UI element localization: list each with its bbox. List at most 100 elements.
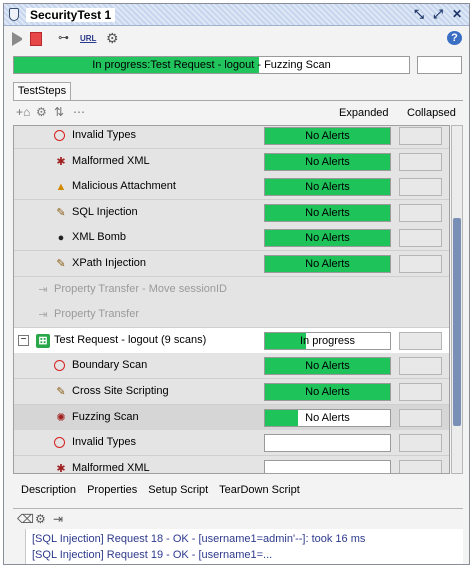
malformed-xml-icon: ✱ xyxy=(56,155,66,168)
tab-properties[interactable]: Properties xyxy=(87,484,137,496)
key-icon[interactable]: ⊶ xyxy=(58,31,69,45)
alert-status-text: No Alerts xyxy=(305,181,350,194)
help-button[interactable]: ? xyxy=(447,31,462,45)
scan-row[interactable]: ● XML Bomb No Alerts xyxy=(14,225,449,252)
collapsed-status-box xyxy=(399,459,442,473)
step-label: Property Transfer xyxy=(54,308,139,321)
scan-row[interactable]: ✱ Malformed XML No Alerts xyxy=(14,148,449,175)
move-icon[interactable]: ⇅ xyxy=(54,105,64,119)
step-label: XML Bomb xyxy=(72,231,127,244)
tab-description[interactable]: Description xyxy=(21,484,76,496)
vertical-scrollbar[interactable] xyxy=(451,125,463,474)
teststeps-toolbar: +⌂ ⚙ ⇅ ⋯ Expanded Collapsed xyxy=(13,100,463,124)
progress-counter-box xyxy=(417,56,462,74)
collapsed-status-box xyxy=(399,383,442,401)
scan-row[interactable]: ✺ Fuzzing Scan No Alerts xyxy=(14,404,449,431)
scan-row[interactable]: Invalid Types xyxy=(14,430,449,457)
alert-status-bar: In progress xyxy=(264,331,391,350)
step-label: Fuzzing Scan xyxy=(72,410,139,423)
alert-status-bar: No Alerts xyxy=(264,178,391,197)
window-title: SecurityTest 1 xyxy=(26,8,116,22)
gear-icon[interactable]: ⚙ xyxy=(106,31,119,45)
step-label: Property Transfer - Move sessionID xyxy=(54,282,228,295)
collapsed-status-box xyxy=(399,178,442,197)
collapsed-status-box xyxy=(399,127,442,145)
add-step-icon[interactable]: +⌂ xyxy=(16,105,30,119)
test-progress-bar: In progress:Test Request - logout - Fuzz… xyxy=(13,56,410,74)
alert-status-bar: No Alerts xyxy=(264,408,391,427)
scan-row[interactable]: Invalid Types No Alerts xyxy=(14,126,449,149)
log-line: [SQL Injection] Request 19 - OK - [usern… xyxy=(32,549,273,561)
alert-status-bar: No Alerts xyxy=(264,203,391,222)
column-expanded[interactable]: Expanded xyxy=(339,107,389,119)
tab-teststeps[interactable]: TestSteps xyxy=(13,82,71,100)
close-icon[interactable]: ✕ xyxy=(450,7,464,21)
security-test-window: SecurityTest 1 ⤡ ⤢ ✕ ⊶ URL ⚙ ? In progre… xyxy=(3,3,470,565)
main-toolbar: ⊶ URL ⚙ ? xyxy=(4,27,469,51)
ban-icon xyxy=(54,437,65,449)
stop-button[interactable] xyxy=(30,32,42,46)
alert-status-text: No Alerts xyxy=(305,258,350,270)
collapsed-status-box xyxy=(399,229,442,248)
clear-log-icon[interactable]: ⌫ xyxy=(17,512,34,526)
step-label: SQL Injection xyxy=(72,205,138,218)
collapsed-status-box xyxy=(399,203,442,222)
step-label: Test Request - logout (9 scans) xyxy=(54,333,207,346)
teststeps-list: Invalid Types No Alerts ✱ Malformed XML No A… xyxy=(13,125,450,474)
step-label: Cross Site Scripting xyxy=(72,385,169,397)
tab-teardown-script[interactable]: TearDown Script xyxy=(219,484,300,496)
property-transfer-icon: ⇥ xyxy=(38,309,48,322)
step-label: Malformed XML xyxy=(72,461,150,474)
alert-status-bar: No Alerts xyxy=(264,229,391,248)
property-transfer-icon: ⇥ xyxy=(38,283,48,296)
collapsed-status-box xyxy=(399,255,442,273)
progress-text: In progress:Test Request - logout - Fuzz… xyxy=(92,59,331,71)
column-collapsed[interactable]: Collapsed xyxy=(407,107,456,119)
tab-setup-script[interactable]: Setup Script xyxy=(148,484,208,496)
alert-status-bar: No Alerts xyxy=(264,383,391,401)
xpath-injection-icon: ✎ xyxy=(56,258,66,270)
export-icon[interactable]: ⇥ xyxy=(53,512,63,526)
alert-status-text: In progress xyxy=(299,334,356,347)
configure-icon[interactable]: ⚙ xyxy=(36,105,47,119)
run-button[interactable] xyxy=(12,32,22,46)
collapsed-status-box xyxy=(399,357,442,376)
maximize-icon[interactable]: ⤢ xyxy=(431,7,445,21)
alert-status-text: No Alerts xyxy=(305,411,350,424)
title-bar: SecurityTest 1 ⤡ ⤢ ✕ xyxy=(4,4,469,26)
scan-row[interactable]: ✎ SQL Injection No Alerts xyxy=(14,199,449,226)
scan-row[interactable]: ✱ Malformed XML xyxy=(14,455,449,474)
collapse-toggle[interactable]: − xyxy=(18,334,29,346)
step-label: Invalid Types xyxy=(72,436,137,449)
bottom-tabs: Description Properties Setup Script Tear… xyxy=(21,484,308,496)
fuzzing-icon: ✺ xyxy=(56,411,66,424)
step-label: Malicious Attachment xyxy=(72,180,176,193)
property-transfer-row[interactable]: ⇥ Property Transfer xyxy=(14,302,449,329)
scrollbar-thumb[interactable] xyxy=(453,218,461,426)
alert-status-bar: No Alerts xyxy=(264,357,391,376)
sql-injection-icon: ✎ xyxy=(56,206,66,219)
property-transfer-row[interactable]: ⇥ Property Transfer - Move sessionID xyxy=(14,276,449,303)
alert-status-bar: No Alerts xyxy=(264,255,391,273)
scan-row[interactable]: Boundary Scan No Alerts xyxy=(14,353,449,380)
url-button[interactable]: URL xyxy=(80,34,96,48)
options-icon[interactable]: ⋯ xyxy=(73,105,85,119)
collapsed-status-box xyxy=(399,434,442,453)
restore-icon[interactable]: ⤡ xyxy=(412,7,426,21)
malformed-xml-icon: ✱ xyxy=(56,462,66,474)
alert-status-text: No Alerts xyxy=(305,155,350,168)
gear-icon[interactable]: ⚙ xyxy=(35,512,46,526)
warning-icon: ▲ xyxy=(55,181,67,194)
alert-status-text: No Alerts xyxy=(305,360,350,373)
scan-row[interactable]: ✎ Cross Site Scripting No Alerts xyxy=(14,379,449,405)
scan-row[interactable]: ▲ Malicious Attachment No Alerts xyxy=(14,174,449,201)
boundary-scan-icon xyxy=(54,360,65,372)
collapsed-status-box xyxy=(399,152,442,171)
scan-row[interactable]: ✎ XPath Injection No Alerts xyxy=(14,251,449,277)
step-label: Malformed XML xyxy=(72,154,150,167)
step-label: Boundary Scan xyxy=(72,359,148,372)
step-label: Invalid Types xyxy=(72,129,137,141)
collapsed-status-box xyxy=(399,408,442,427)
test-request-row[interactable]: − ⊞ Test Request - logout (9 scans) In prog… xyxy=(14,327,449,354)
ban-icon xyxy=(54,130,65,141)
